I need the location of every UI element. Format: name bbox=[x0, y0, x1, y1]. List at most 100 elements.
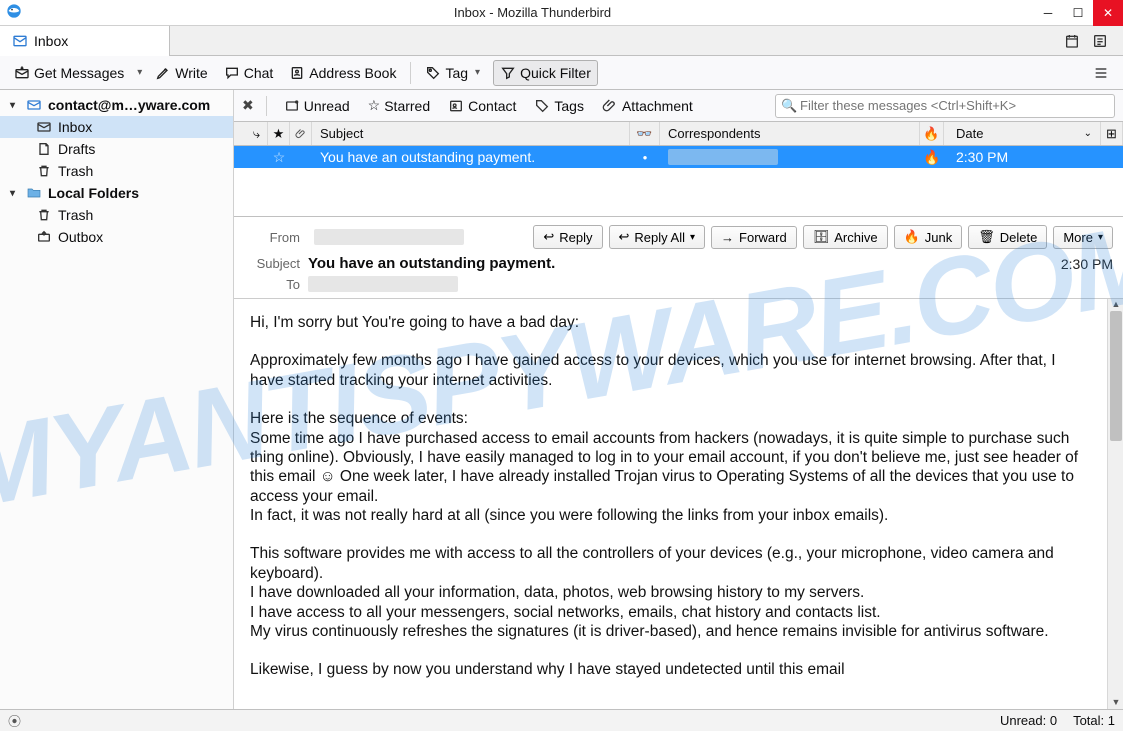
mail-icon bbox=[26, 97, 42, 113]
col-date[interactable]: Date⌄ bbox=[944, 122, 1101, 145]
filter-search-input[interactable] bbox=[775, 94, 1115, 118]
online-icon[interactable]: ⦿ bbox=[8, 711, 21, 730]
folder-icon bbox=[26, 185, 42, 201]
scroll-up-icon[interactable]: ▲ bbox=[1108, 299, 1123, 311]
address-book-button[interactable]: Address Book bbox=[283, 61, 402, 85]
quick-filter-label: Quick Filter bbox=[520, 65, 591, 81]
body-scrollbar[interactable]: ▲ ▼ bbox=[1107, 299, 1123, 709]
folder-trash[interactable]: Trash bbox=[0, 160, 233, 182]
scroll-down-icon[interactable]: ▼ bbox=[1108, 697, 1123, 709]
maximize-button[interactable]: ☐ bbox=[1063, 0, 1093, 26]
row-subject: You have an outstanding payment. bbox=[312, 146, 630, 168]
tab-label: Inbox bbox=[34, 33, 68, 49]
outbox-icon bbox=[36, 229, 52, 245]
star-icon: ☆ bbox=[368, 97, 381, 114]
scroll-thumb[interactable] bbox=[1110, 311, 1122, 441]
trash-icon: 🗑 bbox=[978, 229, 995, 245]
filter-unread[interactable]: Unread bbox=[279, 95, 355, 117]
write-button[interactable]: Write bbox=[149, 61, 213, 85]
body-paragraph: Approximately few months ago I have gain… bbox=[250, 351, 1091, 390]
tag-button[interactable]: Tag ▾ bbox=[419, 61, 489, 85]
app-menu-button[interactable] bbox=[1087, 61, 1115, 85]
col-star[interactable]: ★ bbox=[268, 122, 290, 145]
address-book-icon bbox=[289, 65, 305, 81]
trash-icon bbox=[36, 207, 52, 223]
status-total: Total: 1 bbox=[1073, 713, 1115, 728]
filter-attachment[interactable]: Attachment bbox=[597, 95, 698, 117]
chevron-down-icon: ▾ bbox=[472, 67, 483, 78]
calendar-icon[interactable] bbox=[1063, 32, 1081, 50]
download-icon bbox=[14, 65, 30, 81]
inbox-icon bbox=[36, 119, 52, 135]
body-paragraph: Likewise, I guess by now you understand … bbox=[250, 660, 1091, 679]
tag-icon bbox=[425, 65, 441, 81]
pin-icon[interactable]: ✖ bbox=[242, 97, 254, 114]
col-attachment[interactable] bbox=[290, 122, 312, 145]
quick-filter-button[interactable]: Quick Filter bbox=[493, 60, 598, 86]
header-date: 2:30 PM bbox=[1061, 256, 1113, 272]
reply-all-button[interactable]: ↩Reply All▾ bbox=[609, 225, 706, 249]
get-messages-button[interactable]: Get Messages bbox=[8, 61, 130, 85]
more-button[interactable]: More▾ bbox=[1053, 226, 1113, 249]
folder-label: Drafts bbox=[58, 141, 95, 157]
contact-icon bbox=[448, 98, 464, 114]
chevron-down-icon: ▾ bbox=[10, 188, 20, 199]
archive-button[interactable]: 🗄Archive bbox=[803, 225, 888, 249]
chat-button[interactable]: Chat bbox=[218, 61, 280, 85]
folder-inbox[interactable]: Inbox bbox=[0, 116, 233, 138]
tab-bar: Inbox bbox=[0, 26, 1123, 56]
minimize-button[interactable]: ─ bbox=[1033, 0, 1063, 26]
tag-icon bbox=[534, 98, 550, 114]
delete-button[interactable]: 🗑Delete bbox=[968, 225, 1047, 249]
status-bar: ⦿ Unread: 0 Total: 1 bbox=[0, 709, 1123, 731]
close-button[interactable]: ✕ bbox=[1093, 0, 1123, 26]
filter-search: 🔍 bbox=[775, 94, 1115, 118]
folder-drafts[interactable]: Drafts bbox=[0, 138, 233, 160]
message-body: Hi, I'm sorry but You're going to have a… bbox=[234, 299, 1107, 709]
read-indicator[interactable]: ● bbox=[630, 146, 660, 168]
folder-label: Trash bbox=[58, 163, 93, 179]
col-read[interactable]: 👓 bbox=[630, 122, 660, 145]
folder-local-trash[interactable]: Trash bbox=[0, 204, 233, 226]
chevron-down-icon: ▾ bbox=[10, 100, 20, 111]
get-messages-dropdown[interactable]: ▾ bbox=[134, 67, 145, 78]
tasks-icon[interactable] bbox=[1091, 32, 1109, 50]
main-toolbar: Get Messages ▾ Write Chat Address Book T… bbox=[0, 56, 1123, 90]
col-junk[interactable]: 🔥 bbox=[920, 122, 944, 145]
col-correspondents[interactable]: Correspondents bbox=[660, 122, 920, 145]
body-paragraph: Hi, I'm sorry but You're going to have a… bbox=[250, 313, 1091, 332]
filter-contact[interactable]: Contact bbox=[443, 95, 521, 117]
junk-button[interactable]: 🔥Junk bbox=[894, 225, 963, 249]
junk-indicator[interactable]: 🔥 bbox=[920, 146, 944, 168]
forward-icon: → bbox=[721, 230, 734, 245]
address-book-label: Address Book bbox=[309, 65, 396, 81]
filter-starred[interactable]: ☆Starred bbox=[363, 94, 435, 117]
to-value[interactable] bbox=[308, 276, 458, 292]
thunderbird-icon bbox=[6, 3, 26, 23]
star-icon[interactable]: ☆ bbox=[268, 146, 290, 168]
local-folders-row[interactable]: ▾ Local Folders bbox=[0, 182, 233, 204]
account-row[interactable]: ▾ contact@m…yware.com bbox=[0, 94, 233, 116]
message-header: From ↩Reply ↩Reply All▾ →Forward 🗄Archiv… bbox=[234, 217, 1123, 299]
tab-inbox[interactable]: Inbox bbox=[0, 26, 170, 56]
reply-button[interactable]: ↩Reply bbox=[533, 225, 602, 249]
chat-icon bbox=[224, 65, 240, 81]
reply-all-icon: ↩ bbox=[619, 229, 630, 245]
message-row[interactable]: ☆ You have an outstanding payment. ● 🔥 2… bbox=[234, 146, 1123, 168]
to-label: To bbox=[244, 277, 308, 292]
folder-label: Outbox bbox=[58, 229, 103, 245]
forward-button[interactable]: →Forward bbox=[711, 226, 797, 249]
tag-label: Tag bbox=[445, 65, 468, 81]
folder-outbox[interactable]: Outbox bbox=[0, 226, 233, 248]
column-picker[interactable]: ⊞ bbox=[1101, 122, 1123, 145]
subject-label: Subject bbox=[244, 256, 308, 271]
col-thread[interactable]: ⤷ bbox=[246, 122, 268, 145]
hamburger-icon bbox=[1093, 65, 1109, 81]
from-value[interactable] bbox=[314, 229, 464, 245]
col-subject[interactable]: Subject bbox=[312, 122, 630, 145]
quick-filter-bar: ✖ Unread ☆Starred Contact Tags Attachmen… bbox=[234, 90, 1123, 122]
filter-tags[interactable]: Tags bbox=[529, 95, 589, 117]
search-icon: 🔍 bbox=[781, 98, 797, 114]
unread-icon bbox=[284, 98, 300, 114]
chevron-down-icon: ▾ bbox=[690, 232, 695, 243]
